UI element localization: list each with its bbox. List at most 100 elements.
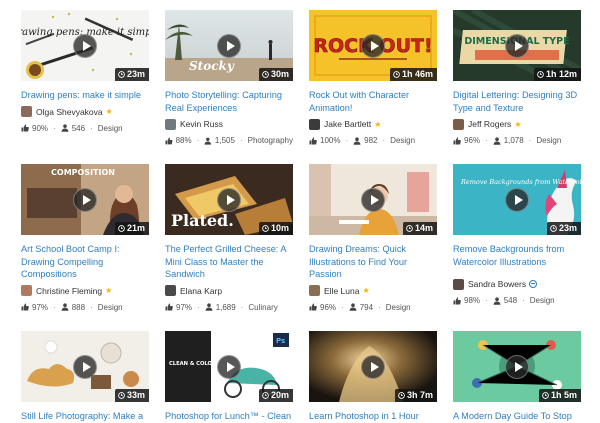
- course-card[interactable]: Remove Backgrounds from Watercolor Illus…: [453, 164, 581, 306]
- category-label[interactable]: Design: [530, 296, 555, 305]
- category-label[interactable]: Design: [98, 303, 123, 312]
- teacher-row[interactable]: Sandra Bowers: [453, 278, 581, 290]
- course-thumbnail[interactable]: Remove Backgrounds from Watercolor Illus…: [453, 164, 581, 235]
- course-thumbnail[interactable]: CLEAN & COLOR SCANNED LINE ART Ps 20m: [165, 331, 293, 402]
- rating-text: 88%: [175, 136, 192, 145]
- teacher-name[interactable]: Jake Bartlett: [324, 119, 371, 129]
- avatar[interactable]: [165, 118, 176, 130]
- star-icon: ★: [105, 107, 113, 116]
- avatar[interactable]: [21, 285, 32, 296]
- course-thumbnail[interactable]: ROCK OUT! 1h 46m: [309, 10, 437, 81]
- teacher-row[interactable]: Jake Bartlett ★: [309, 118, 437, 130]
- duration-text: 1h 5m: [550, 390, 577, 400]
- teacher-row[interactable]: Christine Fleming ★: [21, 285, 149, 297]
- teacher-row[interactable]: Jeff Rogers ★: [453, 118, 581, 130]
- course-title[interactable]: Drawing Dreams: Quick Illustrations to F…: [309, 243, 437, 281]
- teacher-row[interactable]: Olga Shevyakova ★: [21, 106, 149, 118]
- person-icon: [61, 303, 69, 311]
- course-thumbnail[interactable]: 14m: [309, 164, 437, 235]
- course-card[interactable]: Plated. 10m The Perfect Grilled Cheese: …: [165, 164, 293, 313]
- course-thumbnail[interactable]: 3h 7m: [309, 331, 437, 402]
- course-title[interactable]: Art School Boot Camp I: Drawing Compelli…: [21, 243, 149, 281]
- clock-icon: [262, 392, 269, 399]
- teacher-name[interactable]: Kevin Russ: [180, 119, 223, 129]
- play-icon[interactable]: [217, 354, 241, 379]
- course-title[interactable]: Learn Photoshop in 1 Hour: [309, 410, 437, 423]
- play-icon[interactable]: [361, 187, 385, 212]
- thumbnail-caption: Plated.: [171, 211, 234, 230]
- course-card[interactable]: Drawing pens: make it simple 23m Drawing…: [21, 10, 149, 134]
- play-icon[interactable]: [505, 187, 529, 212]
- clock-icon: [406, 225, 413, 232]
- course-card[interactable]: CLEAN & COLOR SCANNED LINE ART Ps 20m Ph…: [165, 331, 293, 423]
- thumbs-up-icon: [309, 137, 317, 144]
- avatar[interactable]: [309, 118, 320, 130]
- course-card[interactable]: 1h 5m A Modern Day Guide To Stop: [453, 331, 581, 423]
- course-title[interactable]: Remove Backgrounds from Watercolor Illus…: [453, 243, 581, 268]
- play-icon[interactable]: [505, 33, 529, 58]
- play-icon[interactable]: [73, 187, 97, 212]
- course-title[interactable]: Photo Storytelling: Capturing Real Exper…: [165, 89, 293, 114]
- category-label[interactable]: Design: [386, 303, 411, 312]
- teacher-name[interactable]: Olga Shevyakova: [36, 107, 103, 117]
- play-icon[interactable]: [73, 33, 97, 58]
- category-label[interactable]: Culinary: [248, 303, 277, 312]
- course-card[interactable]: 33m Still Life Photography: Make a: [21, 331, 149, 423]
- students-count: 546: [71, 123, 86, 133]
- course-card[interactable]: COMPOSITION 21m Art School Boot Camp I: …: [21, 164, 149, 313]
- course-card[interactable]: 14m Drawing Dreams: Quick Illustrations …: [309, 164, 437, 313]
- course-card[interactable]: ROCK OUT! 1h 46m Rock Out with Character…: [309, 10, 437, 146]
- course-card[interactable]: DIMENSIONAL TYPE 1h 12m Digital Letterin…: [453, 10, 581, 146]
- teacher-name[interactable]: Elana Karp: [180, 286, 222, 296]
- avatar[interactable]: [165, 285, 176, 296]
- course-title[interactable]: Drawing pens: make it simple: [21, 89, 149, 102]
- play-icon[interactable]: [505, 354, 529, 379]
- course-thumbnail[interactable]: Plated. 10m: [165, 164, 293, 235]
- play-icon[interactable]: [73, 354, 97, 379]
- clock-icon: [398, 392, 405, 399]
- teacher-row[interactable]: Kevin Russ: [165, 118, 293, 130]
- course-title[interactable]: A Modern Day Guide To Stop: [453, 410, 581, 423]
- course-card[interactable]: 3h 7m Learn Photoshop in 1 Hour: [309, 331, 437, 423]
- course-title[interactable]: Digital Lettering: Designing 3D Type and…: [453, 89, 581, 114]
- course-thumbnail[interactable]: Stocky 30m: [165, 10, 293, 81]
- teacher-row[interactable]: Elle Luna ★: [309, 285, 437, 297]
- avatar[interactable]: [21, 106, 32, 117]
- play-icon[interactable]: [217, 33, 241, 58]
- duration-badge: 10m: [258, 222, 293, 235]
- avatar[interactable]: [453, 118, 464, 130]
- course-title[interactable]: Rock Out with Character Animation!: [309, 89, 437, 114]
- category-label[interactable]: Design: [390, 136, 415, 145]
- svg-text:Ps: Ps: [276, 337, 285, 345]
- play-icon[interactable]: [361, 354, 385, 379]
- category-label[interactable]: Design: [536, 136, 561, 145]
- course-thumbnail[interactable]: 33m: [21, 331, 149, 402]
- teacher-name[interactable]: Sandra Bowers: [468, 279, 526, 289]
- teacher-name[interactable]: Christine Fleming: [36, 286, 102, 296]
- teacher-name[interactable]: Jeff Rogers: [468, 119, 511, 129]
- play-icon[interactable]: [217, 187, 241, 212]
- course-title[interactable]: The Perfect Grilled Cheese: A Mini Class…: [165, 243, 293, 281]
- thumbs-up-icon: [165, 137, 173, 144]
- course-thumbnail[interactable]: Drawing pens: make it simple 23m: [21, 10, 149, 81]
- avatar[interactable]: [453, 278, 464, 290]
- teacher-name[interactable]: Elle Luna: [324, 286, 359, 296]
- rating-text: 90%: [32, 123, 49, 133]
- course-thumbnail[interactable]: DIMENSIONAL TYPE 1h 12m: [453, 10, 581, 81]
- teacher-row[interactable]: Elana Karp: [165, 285, 293, 297]
- course-stats: 98% · 548 · Design: [453, 295, 581, 306]
- course-thumbnail[interactable]: 1h 5m: [453, 331, 581, 402]
- avatar[interactable]: [309, 285, 320, 296]
- rating-text: 96%: [320, 302, 337, 312]
- play-icon[interactable]: [361, 33, 385, 58]
- course-title[interactable]: Still Life Photography: Make a: [21, 410, 149, 423]
- course-thumbnail[interactable]: COMPOSITION 21m: [21, 164, 149, 235]
- duration-badge: 23m: [114, 68, 149, 81]
- course-card[interactable]: Stocky 30m Photo Storytelling: Capturing…: [165, 10, 293, 146]
- category-label[interactable]: Design: [98, 124, 123, 133]
- clock-icon: [118, 71, 125, 78]
- person-icon: [204, 137, 212, 145]
- course-title[interactable]: Photoshop for Lunch™ - Clean: [165, 410, 293, 423]
- students-count: 1,689: [215, 302, 236, 312]
- category-label[interactable]: Photography: [248, 136, 293, 145]
